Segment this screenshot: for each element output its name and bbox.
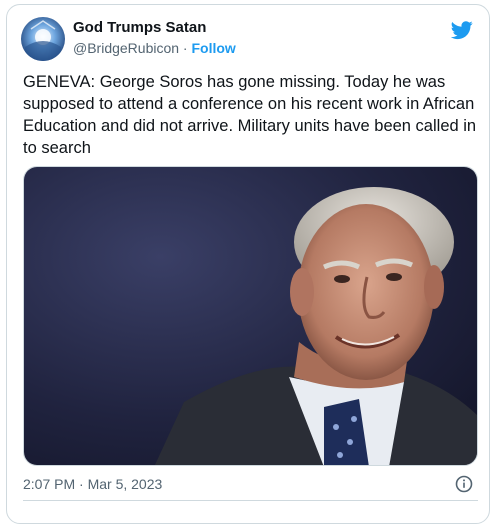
handle-line: @BridgeRubicon · Follow <box>73 40 236 56</box>
tweet-photo[interactable] <box>23 166 478 466</box>
twitter-bird-icon[interactable] <box>450 19 473 41</box>
tweet-text: GENEVA: George Soros has gone missing. T… <box>23 73 477 157</box>
avatar[interactable] <box>21 17 65 61</box>
divider <box>23 500 478 501</box>
display-name[interactable]: God Trumps Satan <box>73 19 206 36</box>
user-handle[interactable]: @BridgeRubicon <box>73 40 179 56</box>
photo-image <box>24 167 477 465</box>
follow-button[interactable]: Follow <box>192 40 236 56</box>
avatar-image <box>21 17 65 61</box>
tweet-timestamp[interactable]: 2:07 PM · Mar 5, 2023 <box>23 476 162 492</box>
tweet-card: God Trumps Satan @BridgeRubicon · Follow… <box>6 4 490 524</box>
info-icon[interactable] <box>455 475 473 493</box>
handle-separator: · <box>179 40 192 56</box>
